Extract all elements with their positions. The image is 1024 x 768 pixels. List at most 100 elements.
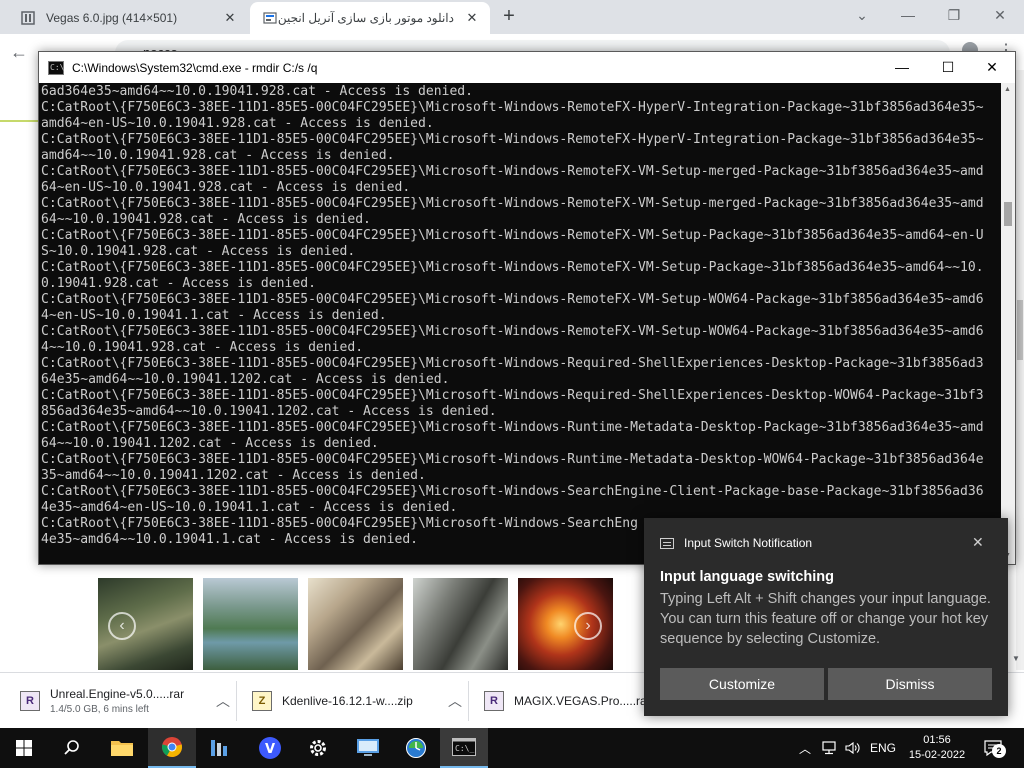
console-line: C:CatRoot\{F750E6C3-38EE-11D1-85E5-00C04…: [41, 324, 984, 339]
page-accent-line: [0, 120, 38, 122]
download-filename: Unreal.Engine-v5.0.....rar: [50, 687, 185, 701]
dismiss-button[interactable]: Dismiss: [828, 668, 992, 700]
image-doc-icon: [20, 10, 36, 26]
console-line: 64~~10.0.19041.1202.cat - Access is deni…: [41, 436, 379, 451]
notification-body: Typing Left Alt + Shift changes your inp…: [660, 591, 991, 647]
windows-start-icon[interactable]: [0, 728, 48, 768]
close-tab-icon[interactable]: ✕: [222, 10, 238, 26]
gallery-thumbnail[interactable]: [413, 578, 508, 670]
vpn-app-icon[interactable]: V: [246, 728, 294, 768]
notification-heading: Input language switching: [660, 569, 834, 585]
back-arrow-icon[interactable]: ←: [10, 42, 28, 63]
cmd-scrollbar[interactable]: [1001, 83, 1015, 564]
site-icon: [262, 10, 278, 26]
console-line: C:CatRoot\{F750E6C3-38EE-11D1-85E5-00C04…: [41, 228, 984, 243]
notification-header: Input Switch Notification: [660, 536, 812, 550]
restore-button[interactable]: ❐: [940, 4, 968, 26]
console-line: C:CatRoot\{F750E6C3-38EE-11D1-85E5-00C04…: [41, 452, 984, 467]
network-icon[interactable]: [818, 728, 840, 768]
download-item[interactable]: R MAGIX.VEGAS.Pro.....rar: [484, 673, 654, 729]
minimize-button[interactable]: —: [894, 4, 922, 26]
console-line: 35~amd64~~10.0.19041.1202.cat - Access i…: [41, 468, 426, 483]
console-line: 64~en-US~10.0.19041.928.cat - Access is …: [41, 180, 411, 195]
console-line: 6ad364e35~amd64~~10.0.19041.928.cat - Ac…: [41, 84, 474, 99]
scroll-up-arrow-icon[interactable]: ▲: [1004, 86, 1011, 93]
tab-vegas-image[interactable]: Vegas 6.0.jpg (414×501) ✕: [8, 2, 248, 34]
volume-icon[interactable]: [842, 728, 864, 768]
console-line: C:CatRoot\{F750E6C3-38EE-11D1-85E5-00C04…: [41, 164, 984, 179]
notification-count-badge: 2: [992, 744, 1006, 758]
chevron-up-icon[interactable]: ︿: [796, 728, 814, 768]
keyboard-icon: [660, 537, 674, 549]
console-line: 64~~10.0.19041.928.cat - Access is denie…: [41, 212, 371, 227]
console-line: C:CatRoot\{F750E6C3-38EE-11D1-85E5-00C04…: [41, 292, 984, 307]
clock-date: 15-02-2022: [908, 749, 966, 761]
file-explorer-icon[interactable]: [98, 728, 146, 768]
language-indicator[interactable]: ENG: [868, 728, 898, 768]
cmd-scroll-thumb[interactable]: [1004, 202, 1012, 226]
close-icon[interactable]: ✕: [972, 534, 984, 551]
gallery-thumbnail[interactable]: [203, 578, 298, 670]
input-switch-notification: Input Switch Notification ✕ Input langua…: [644, 518, 1008, 716]
close-button[interactable]: ✕: [969, 52, 1015, 83]
tab-title: Vegas 6.0.jpg (414×501): [46, 11, 178, 25]
console-line: C:CatRoot\{F750E6C3-38EE-11D1-85E5-00C04…: [41, 356, 984, 371]
console-line: C:CatRoot\{F750E6C3-38EE-11D1-85E5-00C04…: [41, 196, 984, 211]
chevron-left-icon[interactable]: ‹: [108, 612, 136, 640]
console-line: 64e35~amd64~~10.0.19041.1202.cat - Acces…: [41, 372, 450, 387]
tab-search-icon[interactable]: ⌄: [848, 4, 876, 26]
browser-tab-strip: Vegas 6.0.jpg (414×501) ✕ دانلود موتور ب…: [0, 0, 1024, 34]
taskbar: V C:\_ ︿ ENG 01:56 15-02-2022: [0, 728, 1024, 768]
download-status: 1.4/5.0 GB, 6 mins left: [50, 704, 149, 715]
cmd-window-title: C:\Windows\System32\cmd.exe - rmdir C:/s…: [72, 60, 318, 75]
console-line: C:CatRoot\{F750E6C3-38EE-11D1-85E5-00C04…: [41, 260, 984, 275]
chevron-up-icon[interactable]: ︿: [446, 691, 464, 711]
remote-desktop-icon[interactable]: [344, 728, 392, 768]
gear-icon[interactable]: [294, 728, 342, 768]
svg-text:C:\_: C:\_: [455, 744, 474, 753]
gallery-thumbnail[interactable]: [308, 578, 403, 670]
console-line: C:CatRoot\{F750E6C3-38EE-11D1-85E5-00C04…: [41, 132, 984, 147]
cmd-app-icon: C:\: [48, 60, 64, 75]
chrome-icon[interactable]: [148, 728, 196, 768]
console-line: C:CatRoot\{F750E6C3-38EE-11D1-85E5-00C04…: [41, 484, 984, 499]
archive-file-icon: R: [20, 691, 40, 711]
download-item[interactable]: Z Kdenlive-16.12.1-w....zip ︿: [252, 673, 464, 729]
search-icon[interactable]: [48, 728, 96, 768]
console-line: 0.19041.928.cat - Access is denied.: [41, 276, 316, 291]
editor-app-icon[interactable]: [196, 728, 244, 768]
clock[interactable]: 01:56 15-02-2022: [904, 728, 970, 768]
console-line: S~10.0.19041.928.cat - Access is denied.: [41, 244, 356, 259]
notification-app-name: Input Switch Notification: [684, 536, 813, 550]
console-line: 4~~10.0.19041.928.cat - Access is denied…: [41, 340, 364, 355]
customize-button[interactable]: Customize: [660, 668, 824, 700]
chevron-right-icon[interactable]: ›: [574, 612, 602, 640]
page-scroll-thumb[interactable]: [1017, 300, 1023, 360]
new-tab-button[interactable]: +: [498, 6, 520, 28]
tab-unreal-download[interactable]: دانلود موتور بازی سازی آنریل انجین ✕: [250, 2, 490, 34]
minimize-button[interactable]: —: [879, 52, 925, 83]
maximize-button[interactable]: ☐: [925, 52, 971, 83]
svg-text:V: V: [265, 742, 275, 757]
console-output[interactable]: 6ad364e35~amd64~~10.0.19041.928.cat - Ac…: [41, 84, 1001, 558]
download-filename: MAGIX.VEGAS.Pro.....rar: [514, 694, 651, 708]
console-line: amd64~en-US~10.0.19041.928.cat - Access …: [41, 116, 434, 131]
clock-app-icon[interactable]: [392, 728, 440, 768]
cmd-taskbar-icon[interactable]: C:\_: [440, 728, 488, 768]
clock-time: 01:56: [923, 734, 951, 746]
close-browser-button[interactable]: ✕: [986, 4, 1014, 26]
download-item[interactable]: R Unreal.Engine-v5.0.....rar 1.4/5.0 GB,…: [20, 673, 232, 729]
cmd-window[interactable]: C:\ C:\Windows\System32\cmd.exe - rmdir …: [38, 51, 1016, 565]
archive-file-icon: R: [484, 691, 504, 711]
chevron-up-icon[interactable]: ︿: [214, 691, 232, 711]
divider: [468, 681, 469, 721]
tab-title: دانلود موتور بازی سازی آنریل انجین: [278, 11, 454, 25]
cmd-titlebar[interactable]: C:\ C:\Windows\System32\cmd.exe - rmdir …: [39, 52, 1015, 83]
console-line: C:CatRoot\{F750E6C3-38EE-11D1-85E5-00C04…: [41, 100, 984, 115]
archive-file-icon: Z: [252, 691, 272, 711]
page-scrollbar[interactable]: [1016, 70, 1024, 670]
download-filename: Kdenlive-16.12.1-w....zip: [282, 694, 413, 708]
console-line: C:CatRoot\{F750E6C3-38EE-11D1-85E5-00C04…: [41, 388, 984, 403]
console-line: C:CatRoot\{F750E6C3-38EE-11D1-85E5-00C04…: [41, 420, 984, 435]
close-tab-icon[interactable]: ✕: [464, 10, 480, 26]
